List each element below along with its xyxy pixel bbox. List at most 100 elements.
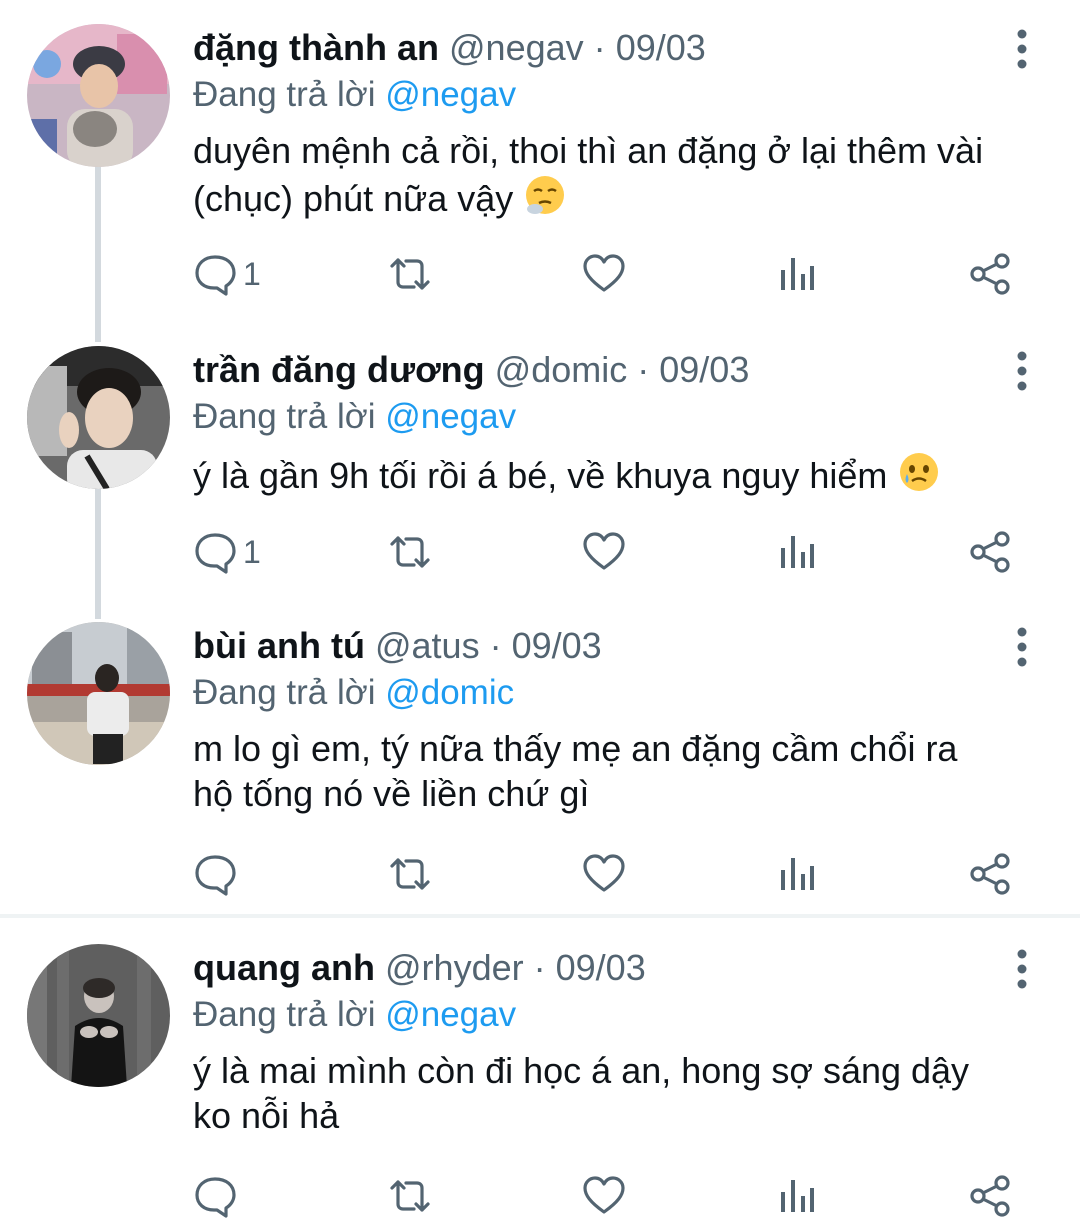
- views-icon: [781, 1180, 814, 1212]
- tweet-text-line: duyên mệnh cả rồi, thoi thì an đặng ở lạ…: [193, 130, 984, 171]
- tweet-text-line: ý là gần 9h tối rồi á bé, về khuya nguy …: [193, 455, 888, 496]
- avatar[interactable]: [27, 944, 170, 1087]
- separator-dot: ·: [489, 625, 502, 666]
- share-icon: [970, 253, 1010, 295]
- tweet-text-line: hộ tống nó về liền chứ gì: [193, 773, 590, 814]
- tweet-date[interactable]: 09/03: [616, 27, 706, 68]
- replying-to: Đang trả lời @negav: [193, 991, 516, 1039]
- avatar[interactable]: [27, 24, 170, 167]
- share-button[interactable]: [969, 844, 1013, 904]
- tweet-actions: 1: [0, 244, 1080, 304]
- user-handle[interactable]: @atus: [375, 625, 480, 666]
- reply-icon: [195, 1177, 236, 1218]
- retweet-button[interactable]: [386, 1166, 434, 1226]
- like-button[interactable]: [582, 844, 626, 904]
- tweet-header: đặng thành an @negav · 09/03: [193, 24, 706, 72]
- retweet-button[interactable]: [386, 522, 434, 582]
- tweet-text-line: (chục) phút nữa vậy: [193, 178, 514, 219]
- retweet-button[interactable]: [386, 844, 434, 904]
- like-button[interactable]: [582, 244, 626, 304]
- share-button[interactable]: [969, 244, 1013, 304]
- user-handle[interactable]: @rhyder: [385, 947, 524, 988]
- like-button[interactable]: [582, 1166, 626, 1226]
- avatar[interactable]: [27, 622, 170, 765]
- views-button[interactable]: [777, 244, 817, 304]
- replying-label: Đang trả lời: [193, 673, 376, 712]
- replying-to: Đang trả lời @negav: [193, 71, 516, 119]
- reply-icon: [195, 533, 236, 574]
- like-icon: [583, 254, 625, 292]
- reply-to-handle[interactable]: @negav: [385, 995, 516, 1034]
- retweet-icon: [390, 1180, 430, 1212]
- display-name[interactable]: quang anh: [193, 947, 375, 988]
- more-options-icon[interactable]: [1004, 26, 1040, 72]
- avatar-photo: [27, 346, 170, 489]
- reply-count: 1: [243, 533, 261, 570]
- retweet-icon: [390, 258, 430, 290]
- tweet-actions: [0, 844, 1080, 904]
- avatar[interactable]: [27, 346, 170, 489]
- views-button[interactable]: [777, 844, 817, 904]
- tweet-header: bùi anh tú @atus · 09/03: [193, 622, 602, 670]
- views-icon: [781, 536, 814, 568]
- reply-button[interactable]: [193, 1166, 237, 1226]
- reply-button[interactable]: 1: [193, 244, 261, 304]
- tweet-text: ý là mai mình còn đi học á an, hong sợ s…: [193, 1048, 1053, 1138]
- tweet-text-line: ý là mai mình còn đi học á an, hong sợ s…: [193, 1050, 970, 1091]
- like-icon: [583, 854, 625, 892]
- share-button[interactable]: [969, 1166, 1013, 1226]
- tweet-date[interactable]: 09/03: [556, 947, 646, 988]
- avatar-photo: [27, 944, 170, 1087]
- views-icon: [781, 858, 814, 890]
- retweet-button[interactable]: [386, 244, 434, 304]
- display-name[interactable]: đặng thành an: [193, 27, 439, 68]
- views-button[interactable]: [777, 522, 817, 582]
- tweet-actions: [0, 1166, 1080, 1226]
- reply-to-handle[interactable]: @domic: [385, 673, 514, 712]
- share-icon: [970, 1175, 1010, 1217]
- tweet-text: ý là gần 9h tối rồi á bé, về khuya nguy …: [193, 450, 1053, 504]
- tweet-header: quang anh @rhyder · 09/03: [193, 944, 646, 992]
- avatar-photo: [27, 24, 170, 167]
- more-options-icon[interactable]: [1004, 624, 1040, 670]
- reply-to-handle[interactable]: @negav: [385, 397, 516, 436]
- share-icon: [970, 531, 1010, 573]
- tweet-divider: [0, 914, 1080, 918]
- like-button[interactable]: [582, 522, 626, 582]
- face-holding-back-tears-emoji-icon: [897, 450, 941, 504]
- tweet-header: trần đăng dương @domic · 09/03: [193, 346, 749, 394]
- retweet-icon: [390, 536, 430, 568]
- face-exhaling-emoji-icon: [523, 173, 567, 227]
- more-options-icon[interactable]: [1004, 946, 1040, 992]
- replying-label: Đang trả lời: [193, 995, 376, 1034]
- reply-icon: [195, 255, 236, 296]
- reply-icon: [195, 855, 236, 896]
- views-button[interactable]: [777, 1166, 817, 1226]
- share-button[interactable]: [969, 522, 1013, 582]
- views-icon: [781, 258, 814, 290]
- display-name[interactable]: trần đăng dương: [193, 349, 485, 390]
- reply-count: 1: [243, 255, 261, 292]
- replying-to: Đang trả lời @domic: [193, 669, 514, 717]
- reply-button[interactable]: 1: [193, 522, 261, 582]
- avatar-photo: [27, 622, 170, 765]
- tweet-text-line: m lo gì em, tý nữa thấy mẹ an đặng cầm c…: [193, 728, 958, 769]
- tweet-date[interactable]: 09/03: [512, 625, 602, 666]
- retweet-icon: [390, 858, 430, 890]
- display-name[interactable]: bùi anh tú: [193, 625, 365, 666]
- reply-to-handle[interactable]: @negav: [385, 75, 516, 114]
- separator-dot: ·: [637, 349, 650, 390]
- replying-to: Đang trả lời @negav: [193, 393, 516, 441]
- user-handle[interactable]: @domic: [495, 349, 628, 390]
- tweet-text: duyên mệnh cả rồi, thoi thì an đặng ở lạ…: [193, 128, 1053, 227]
- more-options-icon[interactable]: [1004, 348, 1040, 394]
- tweet-actions: 1: [0, 522, 1080, 582]
- share-icon: [970, 853, 1010, 895]
- reply-button[interactable]: [193, 844, 237, 904]
- tweet-text-line: ko nỗi hả: [193, 1095, 340, 1136]
- like-icon: [583, 1176, 625, 1214]
- tweet-date[interactable]: 09/03: [659, 349, 749, 390]
- replying-label: Đang trả lời: [193, 75, 376, 114]
- user-handle[interactable]: @negav: [449, 27, 584, 68]
- tweet-text: m lo gì em, tý nữa thấy mẹ an đặng cầm c…: [193, 726, 1053, 816]
